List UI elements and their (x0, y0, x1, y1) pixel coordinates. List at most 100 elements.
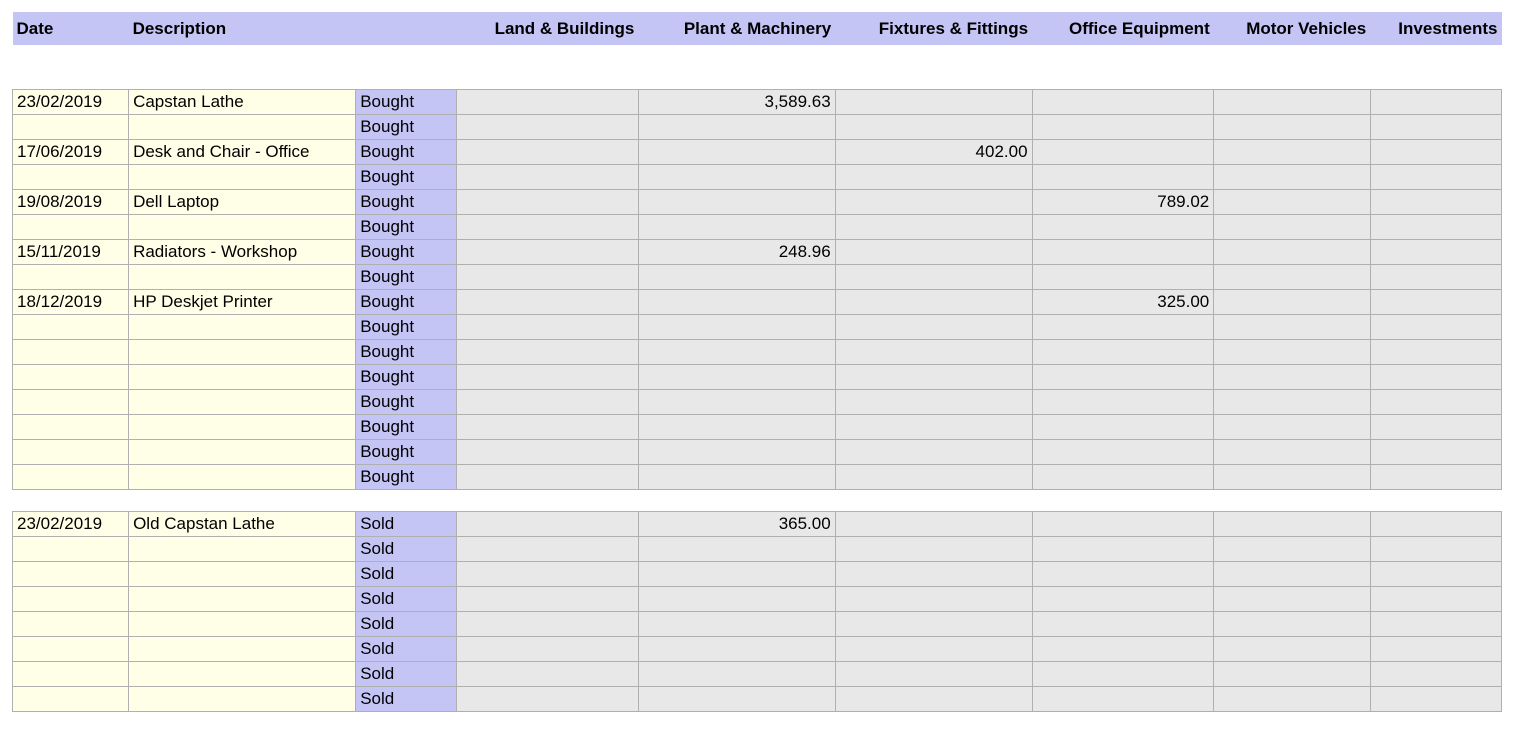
cell-land[interactable] (457, 414, 639, 439)
cell-motor[interactable] (1214, 264, 1370, 289)
cell-date[interactable] (13, 611, 129, 636)
cell-motor[interactable] (1214, 686, 1370, 711)
cell-motor[interactable] (1214, 389, 1370, 414)
cell-motor[interactable] (1214, 611, 1370, 636)
cell-land[interactable] (457, 214, 639, 239)
cell-motor[interactable] (1214, 364, 1370, 389)
cell-motor[interactable] (1214, 561, 1370, 586)
cell-date[interactable] (13, 314, 129, 339)
cell-land[interactable] (457, 339, 639, 364)
cell-land[interactable] (457, 611, 639, 636)
cell-description[interactable] (129, 339, 356, 364)
cell-description[interactable] (129, 364, 356, 389)
cell-fixtures[interactable] (835, 439, 1032, 464)
cell-fixtures[interactable] (835, 536, 1032, 561)
cell-date[interactable] (13, 264, 129, 289)
cell-motor[interactable] (1214, 339, 1370, 364)
cell-motor[interactable] (1214, 114, 1370, 139)
cell-fixtures[interactable] (835, 364, 1032, 389)
cell-date[interactable]: 23/02/2019 (13, 511, 129, 536)
cell-motor[interactable] (1214, 464, 1370, 489)
cell-invest[interactable] (1370, 661, 1501, 686)
cell-date[interactable] (13, 586, 129, 611)
cell-invest[interactable] (1370, 511, 1501, 536)
cell-description[interactable] (129, 464, 356, 489)
cell-fixtures[interactable] (835, 636, 1032, 661)
cell-description[interactable] (129, 686, 356, 711)
cell-plant[interactable] (638, 164, 835, 189)
cell-invest[interactable] (1370, 264, 1501, 289)
cell-invest[interactable] (1370, 364, 1501, 389)
cell-land[interactable] (457, 464, 639, 489)
cell-invest[interactable] (1370, 289, 1501, 314)
cell-description[interactable] (129, 536, 356, 561)
cell-land[interactable] (457, 89, 639, 114)
cell-plant[interactable] (638, 611, 835, 636)
cell-plant[interactable] (638, 686, 835, 711)
cell-office[interactable] (1032, 661, 1214, 686)
cell-office[interactable] (1032, 439, 1214, 464)
cell-motor[interactable] (1214, 89, 1370, 114)
cell-office[interactable] (1032, 636, 1214, 661)
cell-description[interactable] (129, 414, 356, 439)
cell-plant[interactable] (638, 139, 835, 164)
cell-land[interactable] (457, 636, 639, 661)
cell-fixtures[interactable] (835, 314, 1032, 339)
cell-land[interactable] (457, 389, 639, 414)
cell-office[interactable] (1032, 314, 1214, 339)
cell-plant[interactable] (638, 214, 835, 239)
cell-office[interactable] (1032, 586, 1214, 611)
cell-land[interactable] (457, 264, 639, 289)
cell-invest[interactable] (1370, 339, 1501, 364)
cell-description[interactable] (129, 214, 356, 239)
cell-invest[interactable] (1370, 214, 1501, 239)
cell-land[interactable] (457, 536, 639, 561)
cell-date[interactable] (13, 636, 129, 661)
cell-motor[interactable] (1214, 661, 1370, 686)
cell-fixtures[interactable] (835, 511, 1032, 536)
cell-office[interactable] (1032, 611, 1214, 636)
cell-office[interactable] (1032, 464, 1214, 489)
cell-date[interactable] (13, 661, 129, 686)
cell-invest[interactable] (1370, 239, 1501, 264)
cell-plant[interactable] (638, 661, 835, 686)
cell-date[interactable] (13, 214, 129, 239)
cell-invest[interactable] (1370, 686, 1501, 711)
cell-office[interactable] (1032, 389, 1214, 414)
cell-land[interactable] (457, 364, 639, 389)
cell-description[interactable] (129, 661, 356, 686)
cell-fixtures[interactable] (835, 189, 1032, 214)
cell-description[interactable]: Capstan Lathe (129, 89, 356, 114)
cell-fixtures[interactable] (835, 611, 1032, 636)
cell-date[interactable] (13, 364, 129, 389)
cell-date[interactable] (13, 439, 129, 464)
cell-office[interactable] (1032, 536, 1214, 561)
cell-plant[interactable] (638, 289, 835, 314)
cell-fixtures[interactable] (835, 264, 1032, 289)
cell-invest[interactable] (1370, 414, 1501, 439)
cell-office[interactable]: 789.02 (1032, 189, 1214, 214)
cell-invest[interactable] (1370, 439, 1501, 464)
cell-date[interactable] (13, 339, 129, 364)
cell-plant[interactable] (638, 114, 835, 139)
cell-invest[interactable] (1370, 389, 1501, 414)
cell-fixtures[interactable] (835, 214, 1032, 239)
cell-fixtures[interactable] (835, 414, 1032, 439)
cell-fixtures[interactable] (835, 389, 1032, 414)
cell-office[interactable] (1032, 239, 1214, 264)
cell-plant[interactable] (638, 439, 835, 464)
cell-land[interactable] (457, 239, 639, 264)
cell-invest[interactable] (1370, 611, 1501, 636)
cell-plant[interactable] (638, 264, 835, 289)
cell-office[interactable] (1032, 339, 1214, 364)
cell-invest[interactable] (1370, 164, 1501, 189)
cell-date[interactable] (13, 464, 129, 489)
cell-motor[interactable] (1214, 636, 1370, 661)
cell-date[interactable] (13, 389, 129, 414)
cell-land[interactable] (457, 314, 639, 339)
cell-office[interactable] (1032, 511, 1214, 536)
cell-description[interactable]: HP Deskjet Printer (129, 289, 356, 314)
cell-description[interactable]: Old Capstan Lathe (129, 511, 356, 536)
cell-fixtures[interactable] (835, 164, 1032, 189)
cell-office[interactable] (1032, 414, 1214, 439)
